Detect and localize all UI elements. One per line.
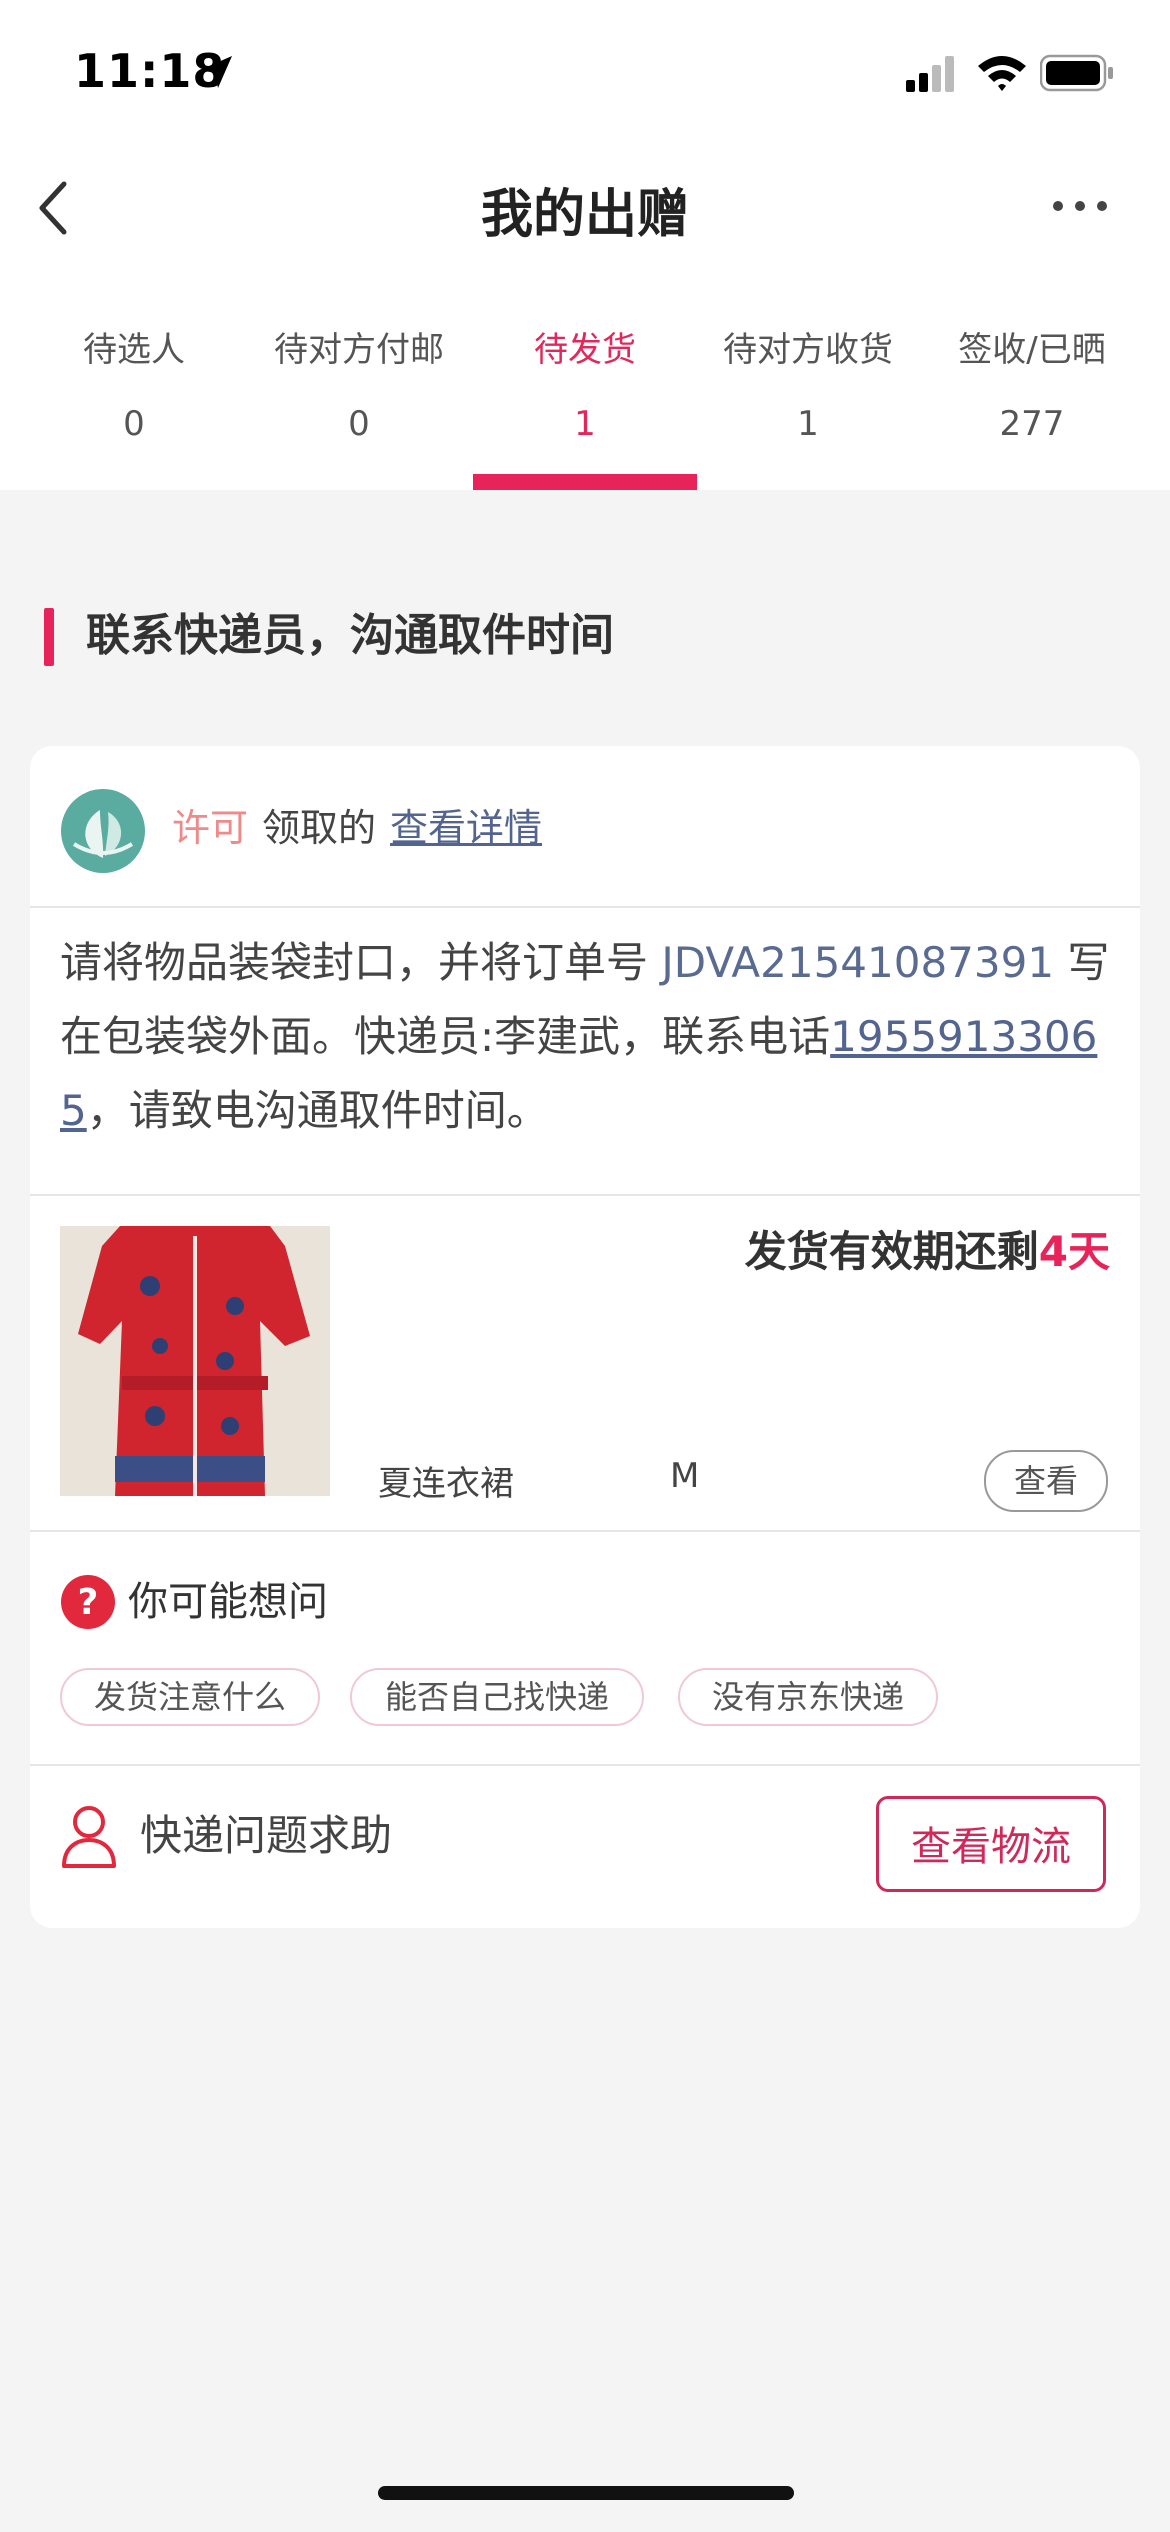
section-accent-bar bbox=[44, 608, 54, 666]
product-size: M bbox=[670, 1456, 700, 1496]
avatar[interactable] bbox=[60, 788, 146, 874]
user-icon bbox=[62, 1806, 116, 1868]
cellular-signal-icon bbox=[906, 56, 954, 92]
tab-count: 277 bbox=[999, 404, 1065, 444]
more-options-icon[interactable] bbox=[1050, 196, 1110, 216]
view-details-link[interactable]: 查看详情 bbox=[390, 806, 542, 850]
tab-label: 待对方收货 bbox=[723, 330, 893, 370]
shipping-deadline: 发货有效期还剩4天 bbox=[745, 1218, 1110, 1279]
tab-label: 签收/已晒 bbox=[958, 330, 1106, 370]
tab-count: 0 bbox=[348, 404, 370, 444]
courier-help-link[interactable]: 快递问题求助 bbox=[140, 1806, 392, 1866]
divider bbox=[30, 1194, 1140, 1196]
tab-pending-select[interactable]: 待选人 0 bbox=[22, 320, 246, 446]
receiver-line: 许可 领取的 查看详情 bbox=[172, 798, 542, 858]
tab-pending-shipment[interactable]: 待发货 1 bbox=[473, 320, 697, 446]
instruction-text: 请将物品装袋封口，并将订单号 bbox=[60, 938, 662, 987]
deadline-days: 4天 bbox=[1038, 1227, 1110, 1276]
order-number[interactable]: JDVA21541087391 bbox=[661, 938, 1054, 987]
faq-chip-shipping-notes[interactable]: 发货注意什么 bbox=[60, 1668, 320, 1726]
view-product-button[interactable]: 查看 bbox=[984, 1450, 1108, 1512]
receiver-text: 领取的 bbox=[262, 806, 377, 850]
location-arrow-icon bbox=[200, 56, 232, 88]
faq-title: 你可能想问 bbox=[128, 1579, 328, 1625]
faq-chip-no-jd-courier[interactable]: 没有京东快递 bbox=[678, 1668, 938, 1726]
section-heading-text: 联系快递员，沟通取件时间 bbox=[86, 610, 614, 661]
tab-received-shared[interactable]: 签收/已晒 277 bbox=[920, 320, 1144, 446]
battery-icon bbox=[1040, 54, 1113, 92]
shipment-card: 许可 领取的 查看详情 请将物品装袋封口，并将订单号 JDVA21541087391… bbox=[30, 746, 1140, 1928]
status-tabs: 待选人 0 待对方付邮 0 待发货 1 待对方收货 1 签收/已晒 277 bbox=[0, 320, 1170, 490]
tab-label: 待发货 bbox=[534, 330, 636, 370]
product-image[interactable] bbox=[60, 1226, 330, 1496]
divider bbox=[30, 906, 1140, 908]
deadline-prefix: 发货有效期还剩 bbox=[744, 1227, 1039, 1276]
receiver-name[interactable]: 许可 bbox=[172, 806, 248, 850]
divider bbox=[30, 1530, 1140, 1532]
view-logistics-button[interactable]: 查看物流 bbox=[876, 1796, 1106, 1892]
faq-chip-own-courier[interactable]: 能否自己找快递 bbox=[350, 1668, 644, 1726]
instruction-text: ，请致电沟通取件时间。 bbox=[86, 1086, 549, 1135]
question-mark-icon: ? bbox=[61, 1575, 115, 1629]
wifi-icon bbox=[978, 56, 1026, 91]
home-indicator bbox=[378, 2486, 794, 2500]
tab-count: 0 bbox=[123, 404, 145, 444]
active-tab-indicator bbox=[473, 474, 697, 490]
tab-count: 1 bbox=[574, 404, 596, 444]
tab-count: 1 bbox=[797, 404, 819, 444]
product-name: 夏连衣裙 bbox=[378, 1464, 514, 1504]
status-bar: 11:18 bbox=[0, 0, 1170, 140]
shipping-instructions: 请将物品装袋封口，并将订单号 JDVA21541087391 写在包装袋外面。快… bbox=[60, 926, 1140, 1148]
tab-pending-postage[interactable]: 待对方付邮 0 bbox=[247, 320, 471, 446]
tab-label: 待对方付邮 bbox=[274, 330, 444, 370]
tab-label: 待选人 bbox=[83, 330, 185, 370]
divider bbox=[30, 1764, 1140, 1766]
page-title: 我的出赠 bbox=[480, 185, 689, 245]
svg-text:?: ? bbox=[78, 1582, 99, 1623]
tab-pending-receipt[interactable]: 待对方收货 1 bbox=[696, 320, 920, 446]
